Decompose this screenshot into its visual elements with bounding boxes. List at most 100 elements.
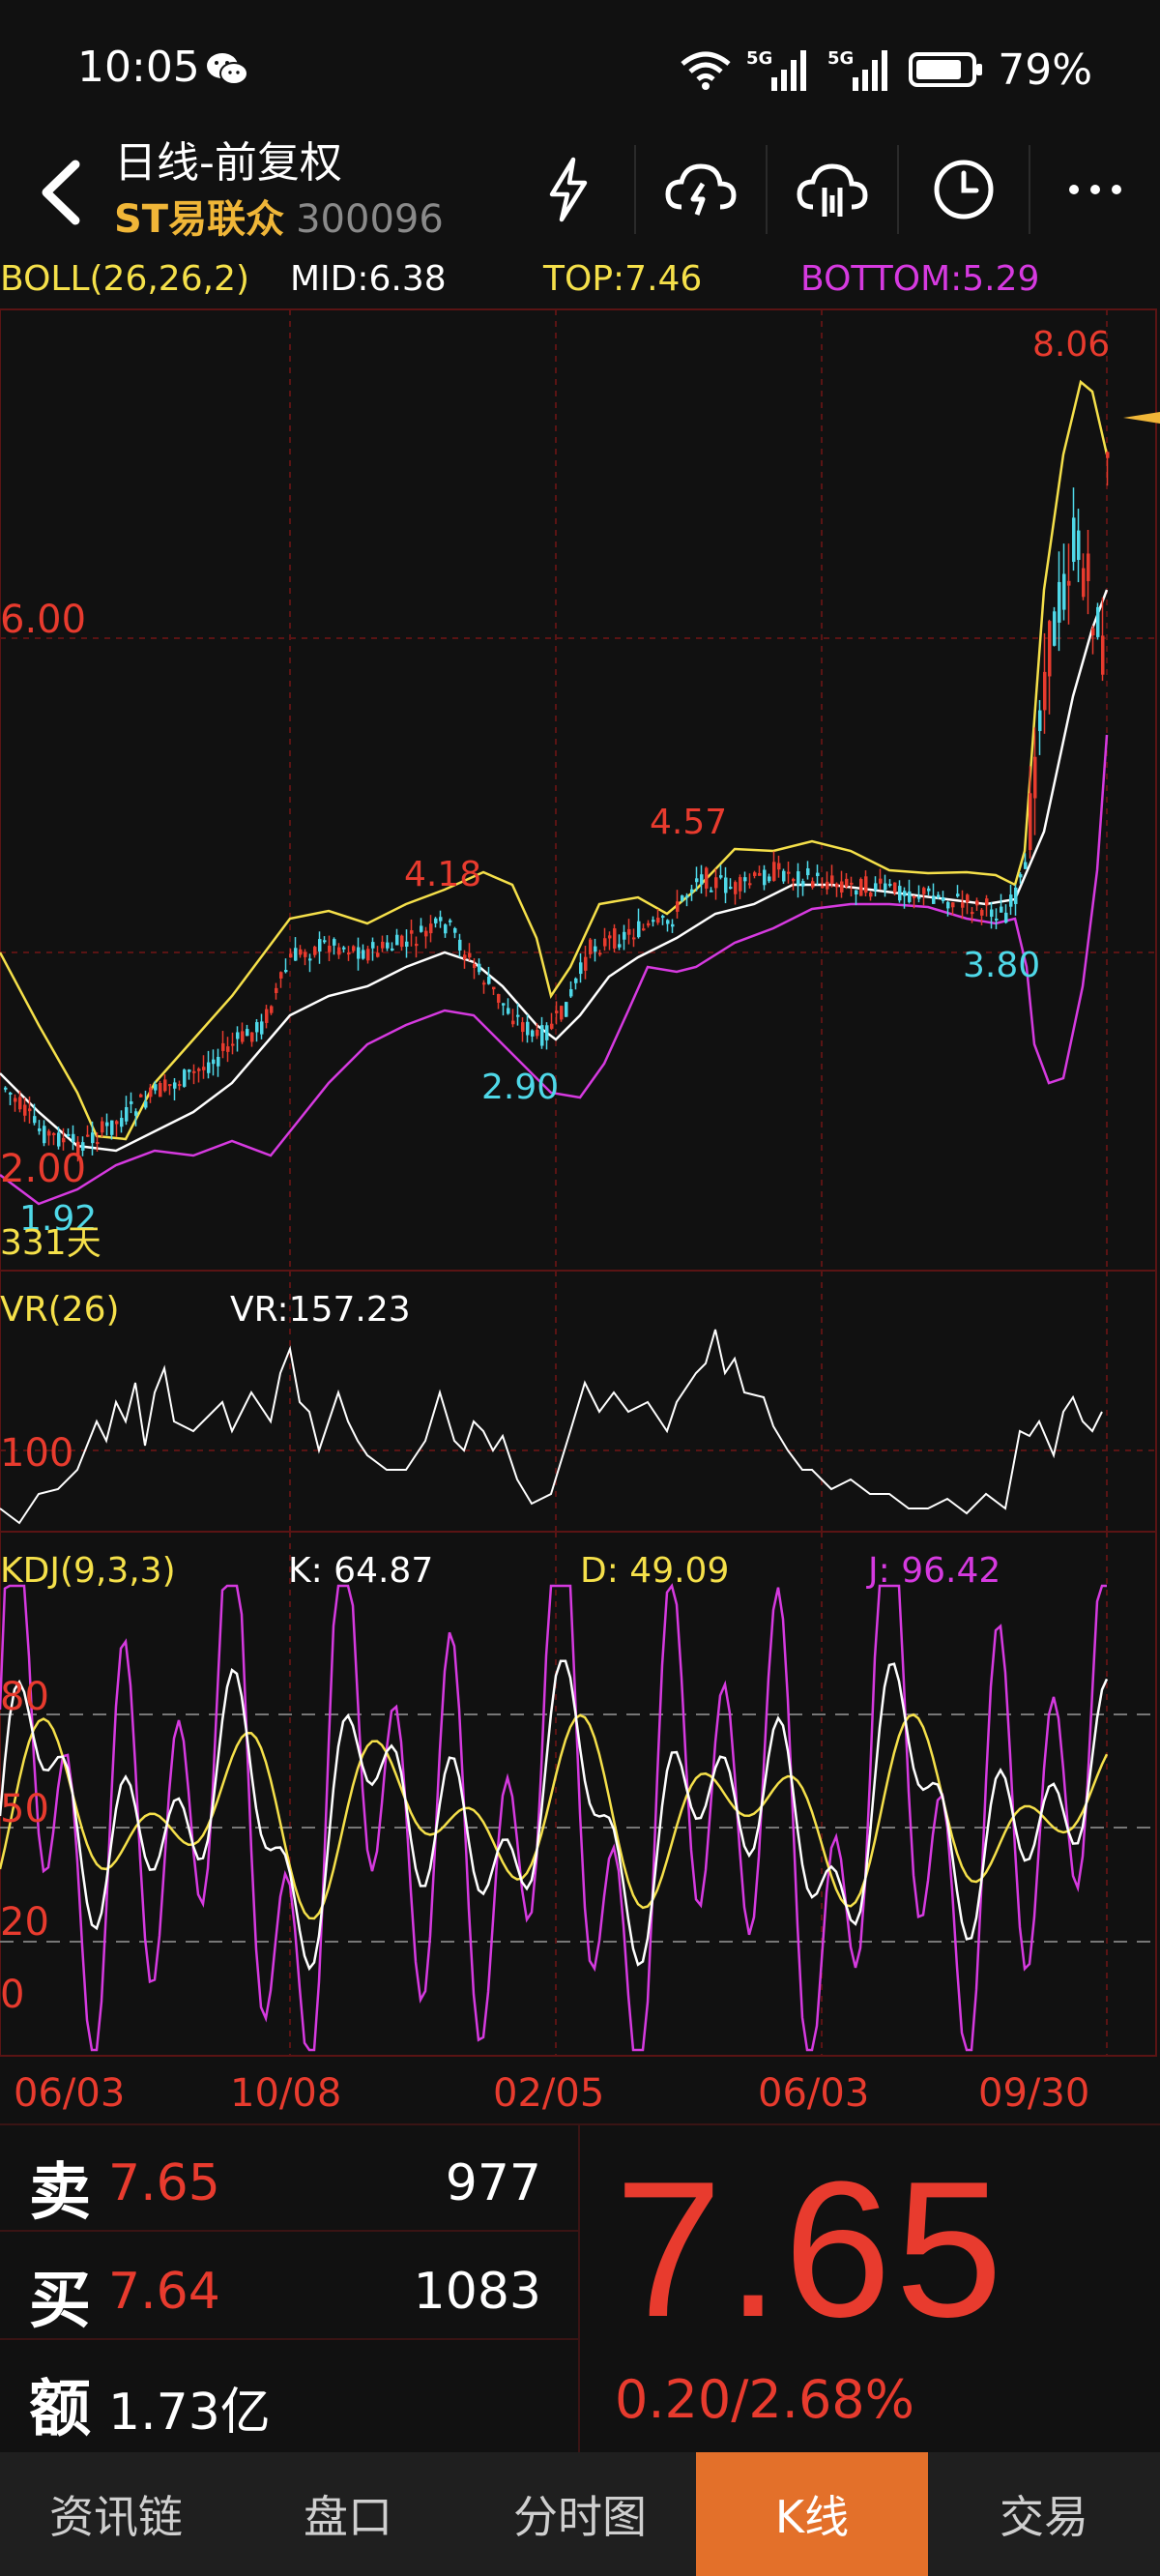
candle-body xyxy=(468,952,472,958)
candle-body xyxy=(830,875,834,884)
candle-body xyxy=(884,883,887,891)
candle-body xyxy=(961,902,965,908)
candle-body xyxy=(676,901,680,912)
candle-body xyxy=(1009,894,1013,907)
candle-body xyxy=(110,1120,114,1135)
stock-name-text: ST易联众 xyxy=(114,197,285,242)
candle-body xyxy=(1048,621,1052,677)
candle-body xyxy=(134,1111,138,1116)
lightning-button[interactable] xyxy=(503,145,634,234)
status-bar: 10:05 5G 5G 79% xyxy=(0,0,1160,135)
tab-order-book[interactable]: 盘口 xyxy=(232,2452,464,2576)
kdj-level-20: 20 xyxy=(0,1900,49,1945)
days-label: 331天 xyxy=(0,1223,102,1263)
more-button[interactable] xyxy=(1029,145,1160,234)
tab-kline[interactable]: K线 xyxy=(696,2452,928,2576)
candle-body xyxy=(623,931,626,940)
candle-body xyxy=(705,867,709,889)
candle-body xyxy=(903,891,907,896)
candle-body xyxy=(159,1083,162,1098)
candle-body xyxy=(521,1022,525,1033)
candle-body xyxy=(4,1087,8,1090)
tab-intraday[interactable]: 分时图 xyxy=(464,2452,696,2576)
last-price: 7.65 xyxy=(615,2142,1007,2357)
candle-body xyxy=(279,972,283,979)
chart-mode-title[interactable]: 日线-前复权 xyxy=(114,128,342,190)
candle-body xyxy=(768,876,771,882)
candle-body xyxy=(584,956,588,971)
candle-body xyxy=(719,875,723,878)
candle-body xyxy=(260,1021,264,1035)
candle-body xyxy=(47,1130,51,1136)
candle-body xyxy=(420,925,423,932)
high-price-label: 8.06 xyxy=(1032,325,1111,365)
wechat-icon xyxy=(207,53,248,85)
header-toolbar xyxy=(503,145,1160,234)
candle-body xyxy=(516,1014,520,1017)
candle-body xyxy=(579,962,583,975)
kline-chart[interactable] xyxy=(0,251,1160,2127)
sell-tag: 卖 xyxy=(29,2157,91,2229)
kdj-label[interactable]: KDJ(9,3,3) xyxy=(0,1551,176,1591)
candle-body xyxy=(1072,517,1076,562)
candle-body xyxy=(497,994,501,1003)
candle-body xyxy=(333,939,336,946)
candle-body xyxy=(671,923,675,927)
tab-news-chain[interactable]: 资讯链 xyxy=(0,2452,232,2576)
cloud-chart-button[interactable] xyxy=(766,145,897,234)
candle-body xyxy=(294,948,298,961)
cloud-flash-button[interactable] xyxy=(634,145,766,234)
candle-body xyxy=(971,912,974,915)
candle-body xyxy=(439,917,443,922)
candle-body xyxy=(304,951,307,957)
candle-body xyxy=(342,947,346,950)
vr-grid xyxy=(0,1270,1157,1533)
buy-row[interactable]: 买 7.64 1083 xyxy=(0,2234,578,2340)
vr-value: VR:157.23 xyxy=(230,1290,411,1330)
stock-name: ST易联众 300096 xyxy=(114,188,444,244)
price-change: 0.20/2.68% xyxy=(615,2369,914,2430)
cloud-chart-icon xyxy=(797,163,868,217)
candle-body xyxy=(178,1084,182,1087)
candle-body xyxy=(598,952,602,955)
candle-body xyxy=(207,1062,211,1073)
signal-5g-icon-2: 5G xyxy=(827,48,888,91)
candle-body xyxy=(444,924,448,934)
candle-body xyxy=(391,948,394,951)
stock-code: 300096 xyxy=(296,197,444,242)
clock-button[interactable] xyxy=(897,145,1029,234)
candle-body xyxy=(308,958,312,961)
candle-body xyxy=(1019,874,1023,878)
candle-body xyxy=(531,1030,535,1037)
candle-body xyxy=(661,916,665,919)
candle-body xyxy=(855,890,858,894)
candle-body xyxy=(536,1029,539,1037)
candle-body xyxy=(879,878,883,884)
candle-body xyxy=(241,1031,245,1042)
kdj-j-value: J: 96.42 xyxy=(868,1551,1001,1591)
tab-trade[interactable]: 交易 xyxy=(928,2452,1160,2576)
candle-body xyxy=(908,891,912,902)
candle-body xyxy=(337,947,341,955)
candle-body xyxy=(197,1068,201,1071)
candle-body xyxy=(787,871,791,874)
peak-label-457: 4.57 xyxy=(650,803,728,842)
vr-label[interactable]: VR(26) xyxy=(0,1290,120,1330)
candle-body xyxy=(835,883,839,888)
price-level-6: 6.00 xyxy=(0,598,87,642)
candle-body xyxy=(739,877,742,892)
clock-icon xyxy=(934,160,994,220)
candle-body xyxy=(473,963,477,969)
candle-body xyxy=(33,1116,37,1124)
back-button[interactable] xyxy=(25,149,93,236)
candle-body xyxy=(613,928,617,949)
candle-body xyxy=(995,918,999,921)
candle-body xyxy=(927,888,931,892)
candle-body xyxy=(985,898,989,906)
sell-row[interactable]: 卖 7.65 977 xyxy=(0,2125,578,2232)
candle-body xyxy=(565,1002,568,1017)
candle-body xyxy=(695,878,699,883)
candle-body xyxy=(1029,793,1032,851)
candle-body xyxy=(797,871,800,886)
candle-body xyxy=(990,909,994,918)
